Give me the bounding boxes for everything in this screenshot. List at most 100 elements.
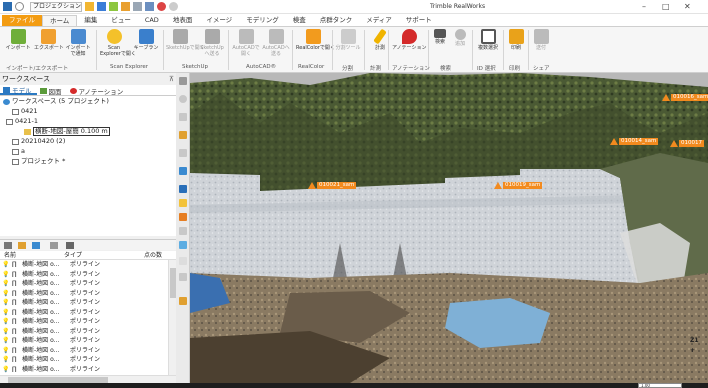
bulb-icon[interactable]: 💡	[2, 308, 9, 317]
annotation-marker[interactable]: 010019_sam	[494, 181, 543, 189]
list-item[interactable]: 💡 ∏ 横断-地図 o... ポリライン	[0, 317, 168, 326]
tool-misc-icon[interactable]	[179, 273, 187, 281]
quick-tool3-icon[interactable]	[145, 2, 154, 11]
point-cloud-viewport[interactable]: 010016_sam 010014_sam 010017 010021_sam …	[190, 73, 708, 383]
scroll-thumb[interactable]	[170, 268, 176, 298]
tool-view-icon[interactable]	[179, 77, 187, 85]
quick-tool2-icon[interactable]	[133, 2, 142, 11]
autocad-open-button[interactable]: AutoCADで 開く	[232, 29, 260, 63]
maximize-button[interactable]: □	[662, 2, 670, 11]
add-button[interactable]: 追加	[450, 29, 470, 63]
measure-button[interactable]: 計測	[366, 28, 394, 63]
list-item[interactable]: 💡 ∏ 横断-地図 o... ポリライン	[0, 327, 168, 336]
tree-item-project[interactable]: 0421-1	[6, 117, 38, 126]
print-button[interactable]: 印刷	[505, 29, 527, 63]
list-item[interactable]: 💡 ∏ 横断-地図 o... ポリライン	[0, 336, 168, 345]
list-item[interactable]: 💡 ∏ 横断-地図 o... ポリライン	[0, 346, 168, 355]
tree-item-project[interactable]: a	[12, 147, 25, 156]
project-combo[interactable]: プロジェクションン	[30, 1, 82, 12]
list-item[interactable]: 💡 ∏ 横断-地図 o... ポリライン	[0, 355, 168, 364]
sketchup-open-button[interactable]: SketchUpで開く	[166, 29, 205, 63]
bulb-icon[interactable]: 💡	[2, 289, 9, 298]
tab-media[interactable]: メディア	[359, 15, 399, 26]
bulb-icon[interactable]: 💡	[2, 270, 9, 279]
list-item[interactable]: 💡 ∏ 横断-地図 o... ポリライン	[0, 298, 168, 307]
bulb-icon[interactable]: 💡	[2, 336, 9, 345]
list-search-icon[interactable]	[4, 242, 12, 249]
pin-icon[interactable]: ⊼	[169, 73, 174, 85]
bulb-icon[interactable]: 💡	[2, 355, 9, 364]
tool-pan-icon[interactable]	[179, 113, 187, 121]
keyplan-button[interactable]: キーブラン	[132, 29, 160, 63]
tool-water-icon[interactable]	[179, 241, 187, 249]
tab-terrain[interactable]: 地表面	[166, 15, 200, 26]
tree-item-project[interactable]: プロジェクト *	[12, 157, 65, 166]
import-notify-button[interactable]: インポート で通知	[64, 29, 92, 63]
annotation-marker[interactable]: 010017	[670, 139, 704, 147]
quick-tool5-icon[interactable]	[169, 2, 178, 11]
list-export-icon[interactable]	[66, 242, 74, 249]
close-button[interactable]: ✕	[684, 2, 691, 11]
bulb-icon[interactable]: 💡	[2, 298, 9, 307]
tool-grid-icon[interactable]	[179, 227, 187, 235]
column-point-count[interactable]: 点の数	[144, 251, 162, 260]
quick-tool-icon[interactable]	[121, 2, 130, 11]
tab-file[interactable]: ファイル	[2, 15, 42, 26]
bulb-icon[interactable]: 💡	[2, 317, 9, 326]
tree-item-section[interactable]: 横断-地図-屋簡 0.100 m	[24, 127, 110, 136]
annotation-button[interactable]: アノテーション	[392, 29, 426, 63]
tab-image[interactable]: イメージ	[199, 15, 239, 26]
list-up-icon[interactable]	[32, 242, 40, 249]
multi-select-button[interactable]: 複数選択	[474, 29, 502, 63]
tool-warning-icon[interactable]	[179, 199, 187, 207]
quick-save-icon[interactable]	[97, 2, 106, 11]
export-button[interactable]: エクスポート	[34, 29, 64, 63]
list-vertical-scrollbar[interactable]	[168, 260, 176, 375]
tab-view[interactable]: ビュー	[104, 15, 138, 26]
tab-edit[interactable]: 編集	[77, 15, 104, 26]
tab-modeling[interactable]: モデリング	[239, 15, 286, 26]
bulb-icon[interactable]: 💡	[2, 260, 9, 269]
minimize-button[interactable]: –	[642, 2, 646, 11]
tab-drawing[interactable]: 図面	[37, 85, 67, 96]
tool-orbit-icon[interactable]	[179, 95, 187, 103]
list-item[interactable]: 💡 ∏ 横断-地図 o... ポリライン	[0, 270, 168, 279]
tool-select-icon[interactable]	[179, 167, 187, 175]
tab-tank[interactable]: 点群タンク	[313, 15, 360, 26]
share-button[interactable]: 送付	[530, 29, 552, 63]
quick-access-undo-icon[interactable]	[15, 2, 24, 11]
annotation-marker[interactable]: 010021_sam	[308, 181, 357, 189]
scan-explorer-button[interactable]: Scan Explorerで開く	[100, 29, 136, 63]
tool-tag-icon[interactable]	[179, 297, 187, 305]
tab-model[interactable]: モデル	[0, 85, 37, 95]
list-horizontal-scrollbar[interactable]	[0, 375, 176, 383]
annotation-marker[interactable]: 010016_sam	[662, 93, 708, 101]
sketchup-send-button[interactable]: SketchUp へ送る	[198, 29, 226, 63]
realcolor-button[interactable]: RealColorで開く	[296, 29, 335, 63]
tool-layers-icon[interactable]	[179, 185, 187, 193]
list-item[interactable]: 💡 ∏ 横断-地図 o... ポリライン	[0, 260, 168, 269]
tab-annotation[interactable]: アノテーション	[67, 85, 129, 96]
list-item[interactable]: 💡 ∏ 横断-地図 o... ポリライン	[0, 279, 168, 288]
quick-tool4-icon[interactable]	[157, 2, 166, 11]
list-item[interactable]: 💡 ∏ 横断-地図 o... ポリライン	[0, 308, 168, 317]
bulb-icon[interactable]: 💡	[2, 279, 9, 288]
list-options-icon[interactable]	[50, 242, 58, 249]
tab-cad[interactable]: CAD	[138, 15, 166, 26]
autocad-send-button[interactable]: AutoCADへ 送る	[262, 29, 290, 63]
tool-fence-icon[interactable]	[179, 149, 187, 157]
quick-open-icon[interactable]	[85, 2, 94, 11]
column-type[interactable]: タイプ	[64, 251, 82, 260]
tool-alert-icon[interactable]	[179, 213, 187, 221]
tree-item-workspace[interactable]: ワークスペース (5 プロジェクト)	[3, 97, 109, 106]
search-button[interactable]: 検索	[430, 29, 450, 63]
tab-home[interactable]: ホーム	[42, 15, 78, 26]
bulb-icon[interactable]: 💡	[2, 346, 9, 355]
tab-support[interactable]: サポート	[399, 15, 439, 26]
column-name[interactable]: 名前	[4, 251, 16, 260]
tree-item-project[interactable]: 20210420 (2)	[12, 137, 65, 146]
tool-box-icon[interactable]	[179, 131, 187, 139]
annotation-marker[interactable]: 010014_sam	[610, 137, 659, 145]
list-filter-icon[interactable]	[18, 242, 26, 249]
quick-view-icon[interactable]	[109, 2, 118, 11]
